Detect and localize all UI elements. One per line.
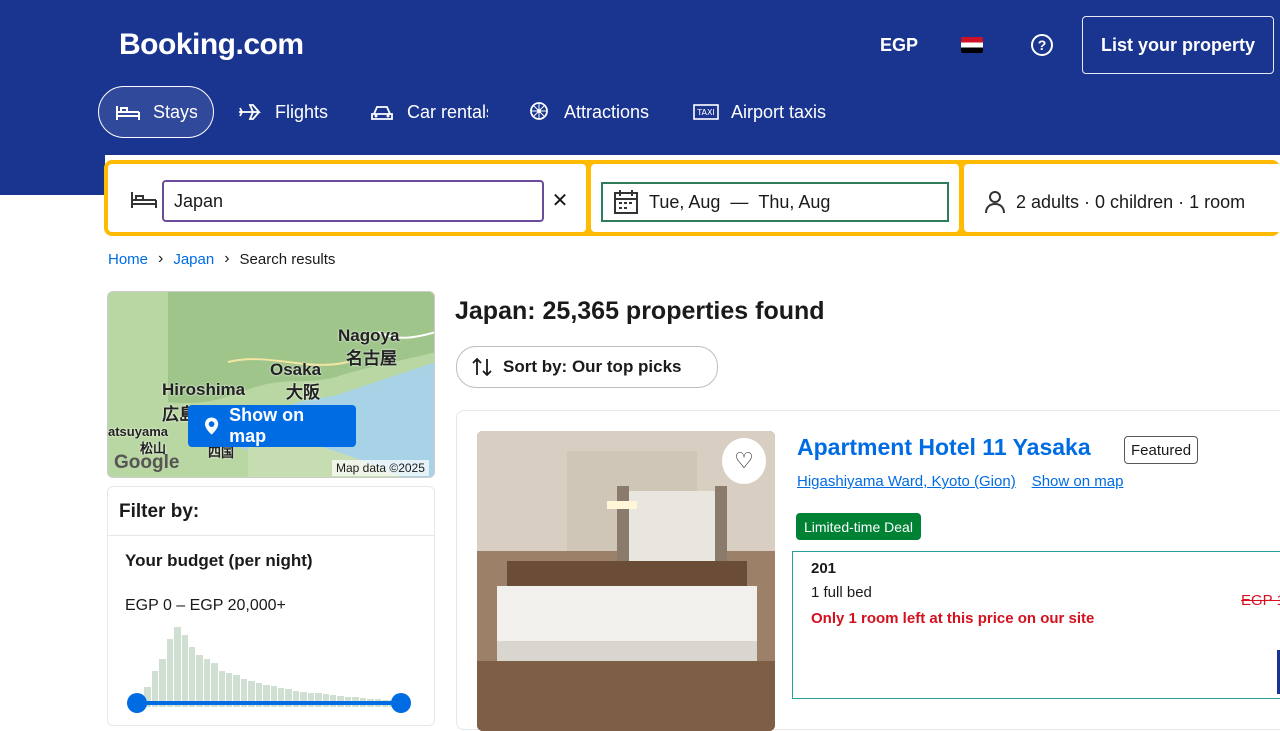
breadcrumb: Home › Japan › Search results (108, 246, 335, 272)
map-label-osaka-jp: 大阪 (286, 383, 320, 402)
clear-destination-button[interactable]: ✕ (550, 191, 570, 212)
results-heading: Japan: 25,365 properties found (455, 297, 825, 325)
occupancy-segment[interactable]: 2 adults · 0 children · 1 room (964, 164, 1280, 232)
taxi-icon: TAXI (693, 104, 719, 120)
histogram-bar (174, 627, 181, 707)
heart-icon[interactable]: ♡ (722, 438, 766, 484)
date-picker[interactable]: Tue, Aug — Thu, Aug (601, 182, 949, 222)
person-icon (985, 191, 1005, 214)
breadcrumb-current: Search results (239, 250, 336, 268)
nav-flights[interactable]: Flights (221, 86, 347, 138)
checkin-date[interactable]: Tue, Aug (649, 192, 720, 213)
map-pin-icon (204, 417, 219, 435)
destination-segment: ✕ (108, 164, 586, 232)
nav-attractions-label: Attractions (564, 101, 650, 122)
breadcrumb-home[interactable]: Home (108, 251, 148, 268)
flag-icon (961, 37, 983, 53)
show-on-map-label: Show on map (229, 405, 305, 446)
histogram-bar (159, 659, 166, 707)
language-button[interactable] (942, 16, 1002, 74)
budget-min-handle[interactable] (127, 693, 147, 713)
car-icon (371, 106, 393, 120)
nav-car-rentals[interactable]: Car rentals (353, 86, 504, 138)
plane-icon (239, 104, 261, 120)
sort-label: Sort by: Our top picks (503, 357, 682, 376)
property-area-link[interactable]: Higashiyama Ward, Kyoto (Gion) (797, 473, 1016, 490)
filter-divider (108, 535, 434, 536)
chevron-right-icon: › (224, 250, 230, 267)
budget-title: Your budget (per night) (125, 551, 313, 570)
budget-slider-track[interactable] (137, 701, 403, 705)
attractions-icon (530, 102, 548, 120)
map-label-nagoya-jp: 名古屋 (346, 349, 397, 368)
price-histogram (137, 627, 404, 707)
sort-dropdown[interactable]: Sort by: Our top picks (456, 346, 718, 388)
nav-taxi-label: Airport taxis (731, 101, 827, 122)
budget-filter: Your budget (per night) EGP 0 – EGP 20,0… (125, 551, 415, 731)
currency-label: EGP (879, 34, 918, 55)
list-property-button[interactable]: List your property (1082, 16, 1274, 74)
property-location: Higashiyama Ward, Kyoto (Gion) Show on m… (797, 473, 1123, 490)
original-price: EGP 1 (1241, 592, 1280, 609)
map-label-osaka: Osaka (270, 360, 322, 379)
room-recommendation: 201 1 full bed Only 1 room left at this … (792, 551, 1280, 699)
histogram-bar (181, 635, 188, 707)
histogram-bar (203, 659, 211, 707)
booking-logo[interactable]: Booking.com (119, 28, 304, 62)
room-scarcity: Only 1 room left at this price on our si… (811, 610, 1095, 627)
limited-deal-badge: Limited-time Deal (796, 513, 921, 540)
histogram-bar (196, 655, 203, 707)
list-property-label: List your property (1100, 34, 1256, 55)
sort-arrows-icon (472, 357, 492, 377)
date-segment[interactable]: Tue, Aug — Thu, Aug (591, 164, 959, 232)
nav-stays-label: Stays (153, 101, 197, 122)
budget-range: EGP 0 – EGP 20,000+ (125, 597, 286, 614)
help-symbol: ? (1037, 37, 1047, 53)
help-icon: ? (1031, 34, 1053, 56)
search-bar: ✕ Tue, Aug — Thu, Aug 2 adults · 0 child… (104, 160, 1280, 236)
nav-flights-label: Flights (275, 101, 329, 122)
occupancy-picker[interactable]: 2 adults · 0 children · 1 room (974, 182, 1280, 222)
breadcrumb-country[interactable]: Japan (173, 251, 214, 268)
calendar-icon (614, 190, 638, 214)
property-show-on-map-link[interactable]: Show on map (1032, 473, 1124, 490)
property-name-link[interactable]: Apartment Hotel 11 Yasaka (797, 434, 1091, 461)
map-label-hiroshima: Hiroshima (162, 380, 246, 399)
budget-max-handle[interactable] (391, 693, 411, 713)
map-preview[interactable]: Nagoya 名古屋 Osaka 大阪 Hiroshima 広島 atsuyam… (107, 291, 435, 478)
nav-airport-taxis[interactable]: TAXI Airport taxis (677, 86, 845, 138)
map-label-nagoya: Nagoya (338, 326, 400, 345)
show-on-map-button[interactable]: Show on map (188, 405, 356, 447)
bed-icon (131, 192, 157, 208)
filter-panel: Filter by: Your budget (per night) EGP 0… (107, 486, 435, 726)
room-bed: 1 full bed (811, 584, 872, 601)
help-button[interactable]: ? (1012, 16, 1072, 74)
destination-input[interactable] (162, 180, 544, 222)
svg-text:TAXI: TAXI (696, 108, 715, 117)
nav-car-label: Car rentals (407, 101, 488, 122)
bed-icon (116, 106, 140, 120)
room-number: 201 (811, 560, 837, 577)
occupancy-label: 2 adults · 0 children · 1 room (1016, 191, 1246, 212)
histogram-bar (166, 639, 174, 707)
featured-badge: Featured (1124, 436, 1199, 464)
checkout-date[interactable]: Thu, Aug (758, 192, 830, 213)
nav-attractions[interactable]: Attractions (510, 86, 670, 138)
chevron-right-icon: › (158, 250, 164, 267)
histogram-bar (188, 647, 196, 707)
map-label-matsuyama: atsuyama (108, 424, 168, 439)
map-attribution: Map data ©2025 (332, 460, 429, 476)
currency-button[interactable]: EGP (866, 16, 932, 74)
nav-stays[interactable]: Stays (98, 86, 214, 138)
filter-title: Filter by: (119, 501, 200, 522)
date-separator: — (730, 191, 749, 212)
google-logo: Google (114, 452, 180, 473)
